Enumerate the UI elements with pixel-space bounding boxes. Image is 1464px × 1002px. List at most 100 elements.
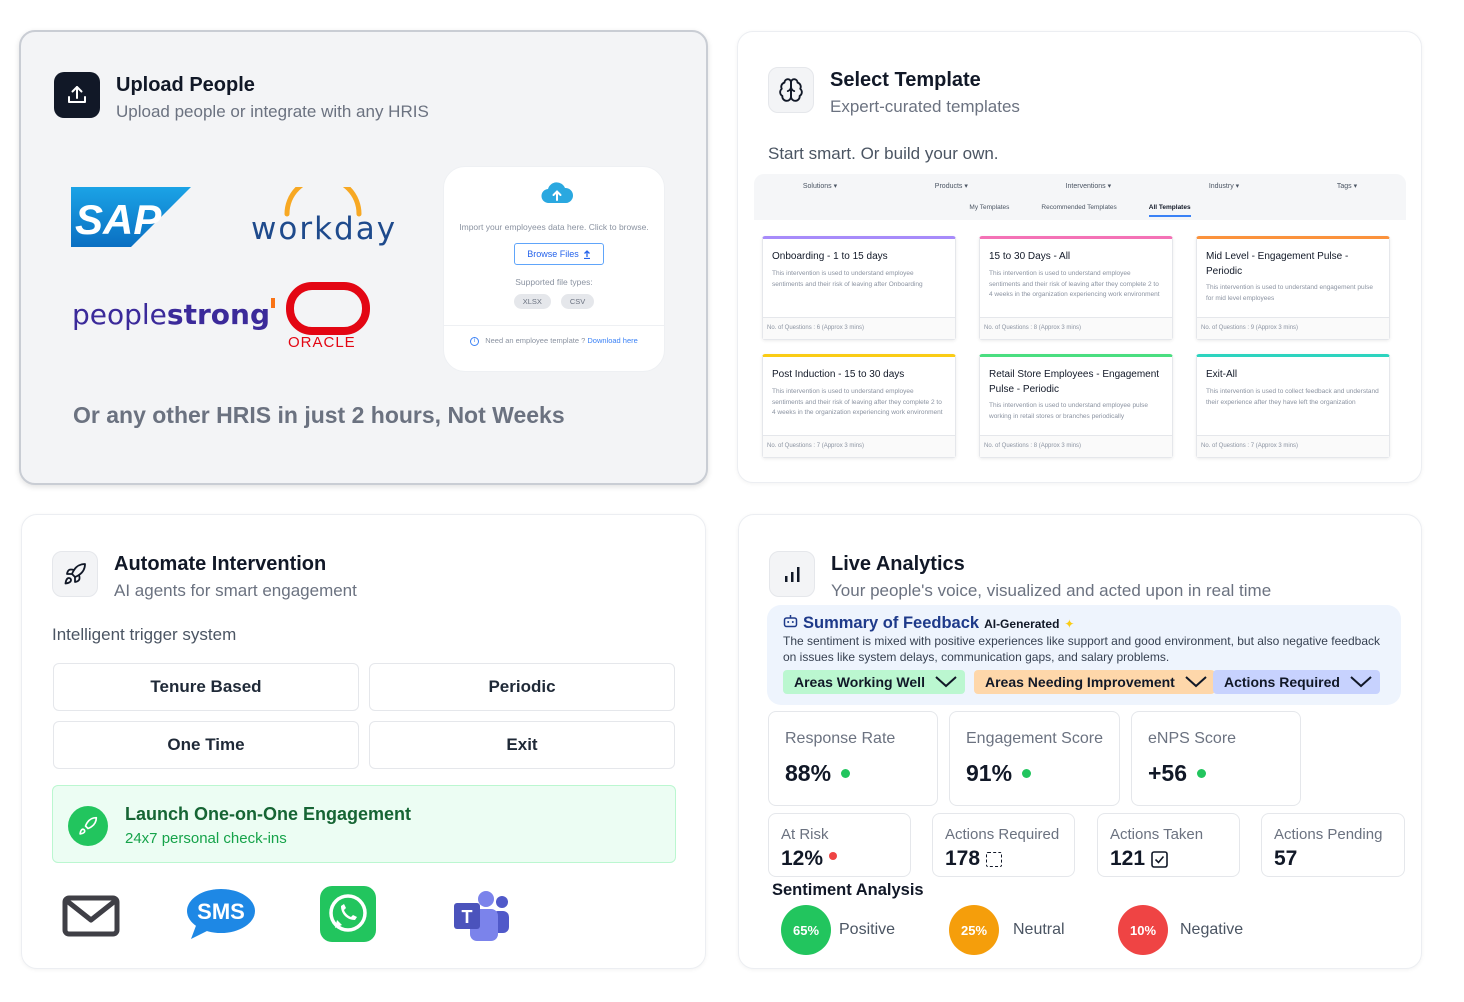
red-dot-icon: [829, 852, 838, 860]
live-analytics-card[interactable]: Live Analytics Your people's voice, visu…: [738, 514, 1422, 969]
template-title: Select Template: [830, 69, 981, 91]
file-dropzone[interactable]: Import your employees data here. Click t…: [443, 166, 665, 372]
metric-label: eNPS Score: [1148, 730, 1237, 747]
template-card[interactable]: Mid Level - Engagement Pulse - Periodic …: [1196, 236, 1390, 340]
tab-recommended-templates[interactable]: Recommended Templates: [1041, 204, 1116, 217]
sentiment-circle: 10%: [1118, 905, 1168, 955]
upload-header: Upload People Upload people or integrate…: [54, 72, 429, 124]
metric-value: 88%: [785, 760, 832, 786]
metric-value: +56: [1148, 760, 1188, 786]
sms-text: SMS: [197, 899, 245, 924]
hris-tagline: Or any other HRIS in just 2 hours, Not W…: [73, 402, 565, 428]
filter-tags[interactable]: Tags ▾: [1337, 182, 1357, 190]
sentiment-circle: 25%: [949, 905, 999, 955]
template-card[interactable]: Onboarding - 1 to 15 days This intervent…: [762, 236, 956, 340]
tab-all-templates[interactable]: All Templates: [1148, 204, 1191, 217]
dropzone-prompt: Import your employees data here. Click t…: [459, 222, 649, 232]
status-dot-icon: [1197, 769, 1207, 778]
launch-subtitle: 24x7 personal check-ins: [125, 830, 287, 847]
sentiment-neutral: 25% Neutral: [949, 905, 1065, 955]
email-icon: [62, 895, 120, 937]
metric-value-row: 178: [945, 847, 1003, 871]
template-card-desc: This intervention is used to collect fee…: [1206, 388, 1379, 406]
template-card-footer: No. of Questions : 8 (Approx 3 mins): [980, 317, 1172, 339]
dashed-box-icon: [986, 851, 1003, 867]
upload-subtitle: Upload people or integrate with any HRIS: [116, 102, 429, 121]
metric-value-row: 12%: [781, 847, 838, 871]
template-card-title: Onboarding - 1 to 15 days: [772, 251, 888, 262]
summary-title: Summary of Feedback: [803, 614, 980, 632]
sparkle-icon: ✦: [1064, 617, 1075, 631]
metric-actions-required: Actions Required 178: [932, 813, 1075, 877]
metric-engagement-score: Engagement Score 91%: [949, 711, 1120, 806]
analytics-subtitle: Your people's voice, visualized and acte…: [831, 581, 1272, 600]
summary-text: The sentiment is mixed with positive exp…: [783, 634, 1381, 664]
workday-text: workday: [251, 211, 397, 247]
actions-required-dropdown[interactable]: Actions Required: [1213, 670, 1380, 694]
automate-header: Automate Intervention AI agents for smar…: [52, 551, 357, 603]
template-lead: Start smart. Or build your own.: [768, 144, 999, 163]
automate-intervention-card[interactable]: Automate Intervention AI agents for smar…: [21, 514, 706, 969]
template-card-desc: This intervention is used to understand …: [772, 270, 923, 288]
trigger-one-time[interactable]: One Time: [53, 721, 359, 769]
launch-engagement-button[interactable]: Launch One-on-One Engagement 24x7 person…: [52, 785, 676, 863]
template-card[interactable]: Exit-All This intervention is used to co…: [1196, 354, 1390, 458]
tab-my-templates[interactable]: My Templates: [969, 204, 1009, 217]
trigger-exit[interactable]: Exit: [369, 721, 675, 769]
template-card-desc: This intervention is used to understand …: [772, 388, 943, 416]
chevron-down-icon: [1350, 676, 1372, 688]
info-icon: i: [470, 336, 480, 346]
metric-value-row: 121: [1110, 847, 1168, 871]
template-card-footer: No. of Questions : 7 (Approx 3 mins): [763, 435, 955, 457]
feedback-summary: Summary of Feedback AI-Generated ✦ The s…: [767, 605, 1401, 705]
trigger-periodic[interactable]: Periodic: [369, 663, 675, 711]
sap-text: SAP: [75, 196, 162, 243]
areas-working-well-dropdown[interactable]: Areas Working Well: [783, 670, 965, 694]
teams-icon: T: [454, 891, 509, 941]
status-dot-icon: [1022, 769, 1032, 778]
template-card-title: Mid Level - Engagement Pulse - Periodic: [1206, 251, 1349, 277]
metric-actions-taken: Actions Taken 121: [1097, 813, 1240, 877]
workday-logo: workday: [251, 187, 397, 247]
upload-arrow-icon: [583, 249, 590, 259]
sentiment-negative: 10% Negative: [1118, 905, 1243, 955]
trigger-tenure-based[interactable]: Tenure Based: [53, 663, 359, 711]
template-card-title: 15 to 30 Days - All: [989, 251, 1071, 262]
download-template-link[interactable]: Download here: [587, 336, 637, 345]
metric-response-rate: Response Rate 88%: [768, 711, 938, 806]
trigger-lead: Intelligent trigger system: [52, 625, 237, 644]
template-card[interactable]: Retail Store Employees - Engagement Puls…: [979, 354, 1173, 458]
template-card[interactable]: 15 to 30 Days - All This intervention is…: [979, 236, 1173, 340]
peoplestrong-people: people: [72, 298, 167, 331]
metric-at-risk: At Risk 12%: [768, 813, 911, 877]
metric-value-row: 57: [1274, 847, 1297, 871]
rocket-icon: [52, 551, 98, 597]
filter-solutions[interactable]: Solutions ▾: [803, 182, 837, 190]
whatsapp-icon: [320, 886, 376, 942]
browse-files-button[interactable]: Browse Files: [514, 243, 604, 265]
ai-generated-badge: AI-Generated: [984, 617, 1060, 631]
template-hint: Need an employee template ?: [485, 336, 586, 345]
rocket-icon: [68, 806, 108, 846]
metric-label: Actions Pending: [1274, 826, 1383, 843]
template-card-footer: No. of Questions : 6 (Approx 3 mins): [763, 317, 955, 339]
filter-industry[interactable]: Industry ▾: [1209, 182, 1239, 190]
file-types: XLSX CSV: [444, 294, 664, 309]
metric-value-row: +56: [1148, 760, 1207, 787]
areas-needing-improvement-dropdown[interactable]: Areas Needing Improvement: [974, 670, 1215, 694]
upload-people-card[interactable]: Upload People Upload people or integrate…: [19, 30, 708, 485]
sentiment-analysis-title: Sentiment Analysis: [772, 881, 924, 899]
oracle-logo: ORACLE: [286, 282, 370, 350]
template-card[interactable]: Post Induction - 15 to 30 days This inte…: [762, 354, 956, 458]
filter-interventions[interactable]: Interventions ▾: [1066, 182, 1112, 190]
sentiment-label: Neutral: [1013, 921, 1065, 938]
filter-products[interactable]: Products ▾: [935, 182, 968, 190]
select-template-card[interactable]: Select Template Expert-curated templates…: [737, 31, 1422, 483]
metric-value: 12%: [781, 847, 824, 870]
brain-icon: [768, 67, 814, 113]
automate-subtitle: AI agents for smart engagement: [114, 581, 357, 600]
upload-title: Upload People: [116, 74, 255, 96]
template-tabs: My Templates Recommended Templates All T…: [754, 204, 1406, 217]
template-card-footer: No. of Questions : 9 (Approx 3 mins): [1197, 317, 1389, 339]
metric-label: Engagement Score: [966, 730, 1103, 747]
